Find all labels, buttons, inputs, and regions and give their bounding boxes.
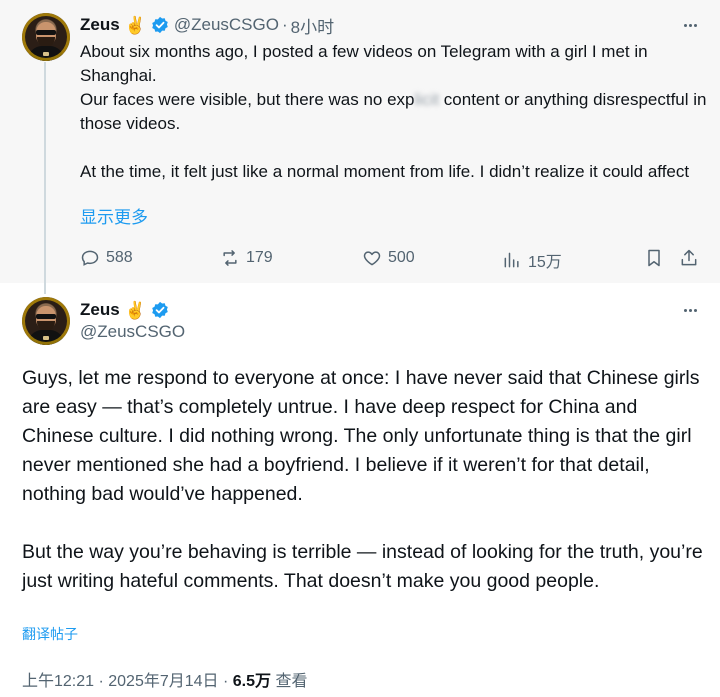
- post-meta: 上午12:21 · 2025年7月14日 · 6.5万 查看: [22, 667, 307, 691]
- author-name[interactable]: Zeus: [80, 15, 120, 35]
- repost-button[interactable]: 179: [220, 248, 273, 268]
- bookmark-icon: [648, 249, 660, 267]
- more-icon[interactable]: [679, 299, 701, 321]
- text-line: At the time, it felt just like a normal …: [80, 162, 690, 181]
- victory-hand-emoji: ✌️: [124, 300, 146, 320]
- post-timestamp[interactable]: 上午12:21 · 2025年7月14日 ·: [22, 673, 233, 690]
- views-icon: [504, 252, 519, 268]
- like-button[interactable]: 500: [362, 248, 415, 268]
- views-label: 查看: [271, 673, 308, 690]
- verified-icon[interactable]: [151, 16, 169, 34]
- view-count: 6.5万: [232, 673, 272, 690]
- post-time[interactable]: 8小时: [291, 13, 334, 38]
- reply-button[interactable]: 588: [80, 248, 133, 268]
- author-row: Zeus ✌️: [80, 299, 169, 321]
- show-more-link[interactable]: 显示更多: [80, 206, 148, 230]
- verified-icon[interactable]: [151, 301, 169, 319]
- translate-post-link[interactable]: 翻译帖子: [22, 624, 78, 644]
- avatar[interactable]: [22, 297, 70, 345]
- parent-tweet-text: About six months ago, I posted a few vid…: [80, 40, 710, 184]
- victory-hand-emoji: ✌️: [124, 15, 146, 35]
- paragraph: Guys, let me respond to everyone at once…: [22, 367, 700, 505]
- bookmark-button[interactable]: [644, 248, 670, 268]
- blurred-text: licit: [414, 90, 444, 109]
- like-icon: [363, 251, 381, 266]
- repost-icon: [223, 250, 237, 266]
- author-name[interactable]: Zeus: [80, 300, 120, 320]
- repost-count: 179: [246, 249, 273, 266]
- share-icon: [681, 249, 697, 266]
- views-button[interactable]: 15万: [502, 248, 562, 272]
- views-count: 15万: [528, 254, 562, 271]
- action-bar: 588 179 500 15万: [0, 244, 720, 272]
- like-count: 500: [388, 249, 415, 266]
- text-line: Our faces were visible, but there was no…: [80, 90, 707, 133]
- separator-dot: ·: [281, 15, 288, 34]
- parent-tweet[interactable]: Zeus ✌️ @ZeusCSGO · 8小时 About six months…: [0, 0, 720, 294]
- reply-icon: [81, 250, 99, 266]
- reply-count: 588: [106, 249, 133, 266]
- paragraph: But the way you’re behaving is terrible …: [22, 541, 703, 592]
- main-tweet-text: Guys, let me respond to everyone at once…: [22, 364, 712, 596]
- share-button[interactable]: [679, 248, 705, 268]
- more-icon[interactable]: [679, 14, 701, 36]
- author-handle[interactable]: @ZeusCSGO: [174, 15, 279, 35]
- author-row: Zeus ✌️ @ZeusCSGO · 8小时: [80, 13, 334, 37]
- author-handle[interactable]: @ZeusCSGO: [80, 322, 185, 342]
- avatar[interactable]: [22, 13, 70, 61]
- text-line: About six months ago, I posted a few vid…: [80, 42, 648, 85]
